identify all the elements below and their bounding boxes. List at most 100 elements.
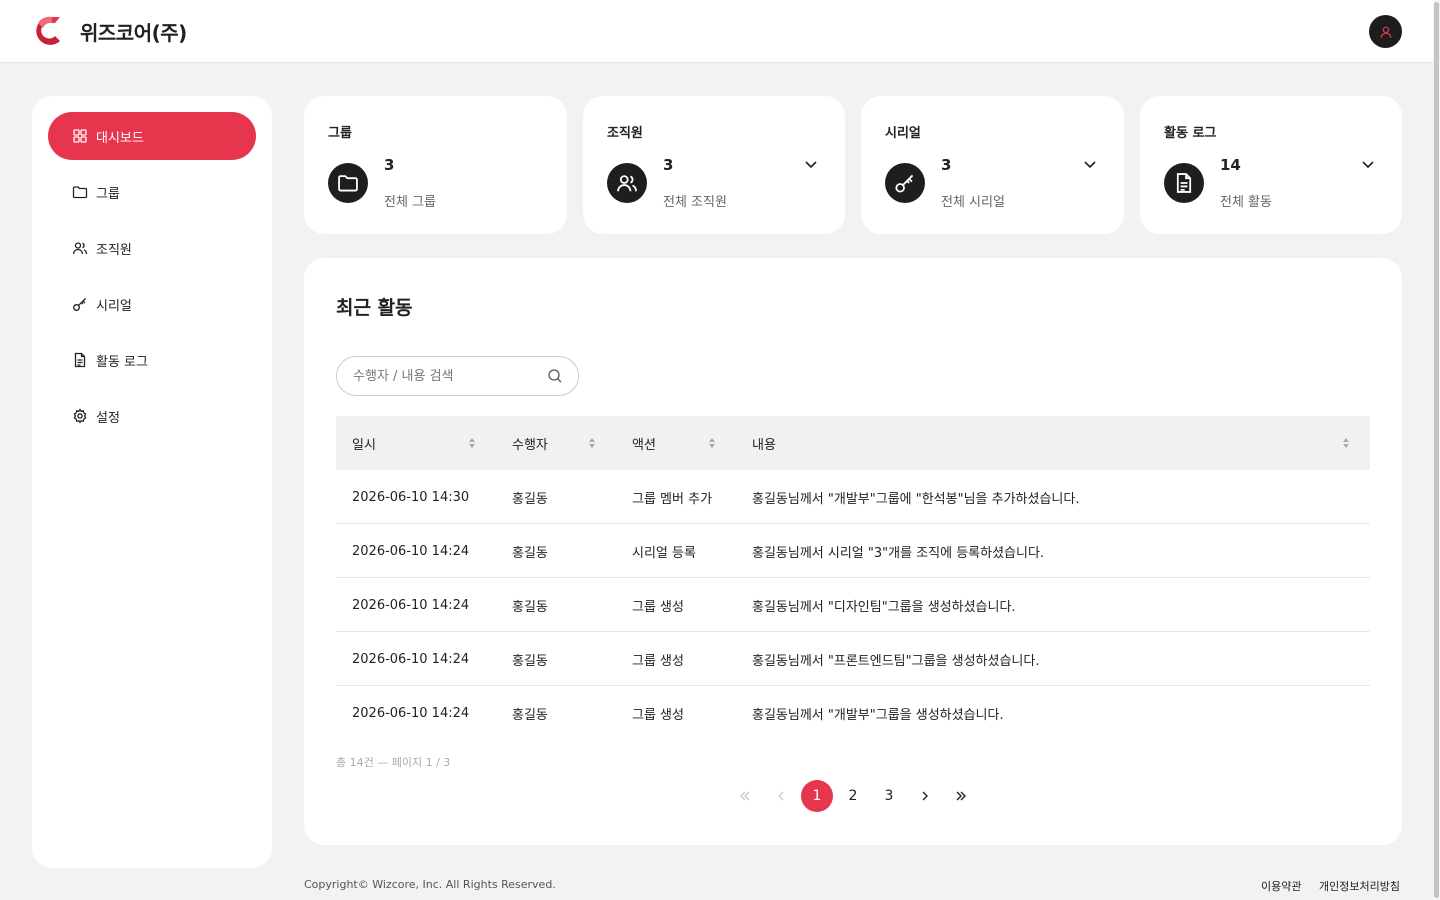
card-subtitle: 전체 그룹	[384, 195, 436, 210]
table-row[interactable]: 2026-06-10 14:24 홍길동 그룹 생성 홍길동님께서 "디자인팀"…	[336, 578, 1370, 632]
cell-action: 시리얼 등록	[632, 545, 696, 561]
next-page-button[interactable]	[909, 780, 941, 812]
sidebar-item-groups[interactable]: 그룹	[48, 168, 256, 216]
card-icon-badge	[885, 163, 925, 203]
sort-icon[interactable]	[588, 437, 596, 449]
table-summary: 총 14건 — 페이지 1 / 3	[336, 756, 451, 769]
card-count: 3	[384, 156, 395, 174]
footer-link-privacy[interactable]: 개인정보처리방침	[1319, 878, 1400, 894]
chevron-down-icon[interactable]	[1082, 156, 1098, 172]
sort-icon[interactable]	[708, 437, 716, 449]
sidebar-item-members[interactable]: 조직원	[48, 224, 256, 272]
sidebar-item-settings[interactable]: 설정	[48, 392, 256, 440]
card-title: 활동 로그	[1164, 126, 1217, 141]
key-icon	[895, 174, 914, 193]
cell-actor: 홍길동	[512, 545, 548, 561]
panel-title: 최근 활동	[336, 297, 413, 319]
scrollbar-thumb[interactable]	[1434, 2, 1439, 898]
table-row[interactable]: 2026-06-10 14:24 홍길동 그룹 생성 홍길동님께서 "개발부"그…	[336, 686, 1370, 740]
sort-icon[interactable]	[1342, 437, 1350, 449]
sidebar-item-dashboard[interactable]: 대시보드	[48, 112, 256, 160]
table-row[interactable]: 2026-06-10 14:24 홍길동 그룹 생성 홍길동님께서 "프론트엔드…	[336, 632, 1370, 686]
cell-datetime: 2026-06-10 14:30	[352, 489, 470, 505]
users-icon	[617, 175, 637, 192]
card-icon-badge	[1164, 163, 1204, 203]
folder-icon	[338, 175, 358, 192]
document-icon	[74, 352, 86, 368]
cell-actor: 홍길동	[512, 707, 548, 723]
sort-icon[interactable]	[468, 437, 476, 449]
cell-content: 홍길동님께서 "개발부"그룹에 "한석봉"님을 추가하셨습니다.	[752, 491, 1080, 507]
card-title: 그룹	[328, 126, 352, 141]
sidebar: 대시보드 그룹 조직원 시리얼 활동 로그 설정	[32, 96, 272, 868]
dashboard-icon	[73, 129, 87, 143]
page-button-1[interactable]: 1	[801, 780, 833, 812]
card-icon-badge	[607, 163, 647, 203]
cell-content: 홍길동님께서 시리얼 "3"개를 조직에 등록하셨습니다.	[752, 545, 1045, 561]
sidebar-item-label: 활동 로그	[96, 354, 148, 370]
search-icon[interactable]	[547, 368, 563, 384]
table-row[interactable]: 2026-06-10 14:30 홍길동 그룹 멤버 추가 홍길동님께서 "개발…	[336, 470, 1370, 524]
wizcore-logo-icon[interactable]	[30, 14, 64, 48]
cell-content: 홍길동님께서 "개발부"그룹을 생성하셨습니다.	[752, 707, 1004, 723]
card-serials[interactable]: 시리얼 3 전체 시리얼	[861, 96, 1124, 234]
table-row[interactable]: 2026-06-10 14:24 홍길동 시리얼 등록 홍길동님께서 시리얼 "…	[336, 524, 1370, 578]
column-header-datetime[interactable]: 일시	[352, 416, 376, 470]
card-title: 조직원	[607, 126, 643, 141]
chevron-left-icon	[778, 791, 784, 801]
card-title: 시리얼	[885, 126, 921, 141]
app-header: 위즈코어(주)	[0, 0, 1440, 63]
footer-link-terms[interactable]: 이용약관	[1261, 878, 1301, 894]
cell-action: 그룹 생성	[632, 653, 684, 669]
table-header: 일시 수행자 액션 내용	[336, 416, 1370, 470]
card-icon-badge	[328, 163, 368, 203]
chevron-right-icon	[922, 791, 928, 801]
folder-icon	[72, 186, 88, 199]
card-subtitle: 전체 조직원	[663, 195, 727, 210]
page-button-3[interactable]: 3	[873, 780, 905, 812]
chevron-down-icon[interactable]	[803, 156, 819, 172]
prev-page-button[interactable]	[765, 780, 797, 812]
sidebar-item-label: 대시보드	[96, 130, 144, 146]
user-avatar[interactable]	[1369, 15, 1402, 48]
column-header-content[interactable]: 내용	[752, 416, 776, 470]
column-header-action[interactable]: 액션	[632, 416, 656, 470]
double-chevron-right-icon	[956, 791, 966, 801]
brand-name: 위즈코어(주)	[80, 21, 187, 45]
document-icon	[1176, 173, 1192, 193]
last-page-button[interactable]	[945, 780, 977, 812]
recent-activity-panel: 최근 활동 일시 수행자 액션 내용 2026-06-10 14:30 홍길동 …	[304, 258, 1402, 845]
cell-actor: 홍길동	[512, 599, 548, 615]
card-count: 14	[1220, 156, 1241, 174]
user-icon	[1380, 26, 1391, 38]
cell-action: 그룹 멤버 추가	[632, 491, 713, 507]
card-subtitle: 전체 활동	[1220, 195, 1272, 210]
card-count: 3	[663, 156, 674, 174]
card-members[interactable]: 조직원 3 전체 조직원	[583, 96, 845, 234]
card-subtitle: 전체 시리얼	[941, 195, 1005, 210]
card-activity[interactable]: 활동 로그 14 전체 활동	[1140, 96, 1402, 234]
cell-datetime: 2026-06-10 14:24	[352, 705, 470, 721]
sidebar-item-activity-log[interactable]: 활동 로그	[48, 336, 256, 384]
gear-icon	[73, 408, 87, 424]
sidebar-item-label: 시리얼	[96, 298, 132, 314]
column-header-actor[interactable]: 수행자	[512, 416, 548, 470]
cell-action: 그룹 생성	[632, 707, 684, 723]
card-count: 3	[941, 156, 952, 174]
sidebar-item-label: 그룹	[96, 186, 120, 202]
first-page-button[interactable]	[729, 780, 761, 812]
sidebar-item-label: 조직원	[96, 242, 132, 258]
cell-datetime: 2026-06-10 14:24	[352, 651, 470, 667]
cell-datetime: 2026-06-10 14:24	[352, 597, 470, 613]
users-icon	[72, 242, 88, 255]
search-input[interactable]	[353, 366, 538, 386]
search-box[interactable]	[336, 356, 579, 396]
page-button-2[interactable]: 2	[837, 780, 869, 812]
footer-copyright: Copyright© Wizcore, Inc. All Rights Rese…	[304, 878, 556, 891]
page-scrollbar[interactable]	[1433, 0, 1440, 900]
chevron-down-icon[interactable]	[1360, 156, 1376, 172]
cell-actor: 홍길동	[512, 491, 548, 507]
sidebar-item-serials[interactable]: 시리얼	[48, 280, 256, 328]
double-chevron-left-icon	[740, 791, 750, 801]
card-groups[interactable]: 그룹 3 전체 그룹	[304, 96, 567, 234]
